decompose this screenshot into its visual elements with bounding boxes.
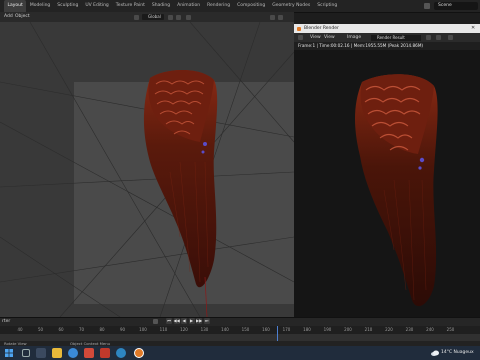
tab-animation[interactable]: Animation [174, 0, 204, 12]
hair-model-viewport [143, 70, 218, 317]
timeline-track[interactable] [0, 334, 480, 341]
proportional-edit-icon[interactable] [186, 14, 191, 20]
timeline-tick-label: 70 [78, 327, 85, 332]
playback-controls: ⏮ ◀◀ ◀ ▶ ▶▶ ⏭ [166, 318, 210, 324]
timeline-tick-label: 160 [262, 327, 270, 332]
menu-view-2[interactable]: View [324, 33, 335, 42]
jump-keyframe-back-button[interactable]: ◀◀ [173, 318, 180, 324]
app-icon-red[interactable] [84, 348, 94, 358]
tab-scripting[interactable]: Scripting [314, 0, 341, 12]
orientation-icon[interactable] [134, 14, 139, 20]
editor-type-icon[interactable] [298, 35, 303, 40]
3d-viewport[interactable] [0, 22, 294, 317]
blender-taskbar-icon[interactable] [134, 348, 144, 358]
close-icon[interactable]: ✕ [471, 24, 475, 33]
timeline-tick-label: 230 [405, 327, 414, 332]
timeline-menu-label[interactable]: rter [2, 317, 10, 326]
timeline-tick-label: 200 [344, 327, 352, 332]
timeline-tick-label: 110 [159, 327, 168, 332]
timeline-tick-label: 90 [119, 327, 126, 332]
tab-rendering[interactable]: Rendering [204, 0, 234, 12]
pivot-icon[interactable] [168, 14, 173, 20]
chrome-icon[interactable] [68, 348, 78, 358]
search-icon[interactable] [22, 349, 30, 357]
timeline-tick-label: 180 [303, 327, 311, 332]
jump-end-button[interactable]: ⏭ [203, 318, 210, 324]
playhead[interactable] [277, 326, 278, 341]
rendered-hair-image [355, 74, 438, 307]
menu-view[interactable]: View [310, 33, 321, 42]
menu-add[interactable]: Add [4, 12, 13, 22]
menu-object[interactable]: Object [15, 12, 30, 22]
timeline-tick-label: 250 [446, 327, 455, 332]
menu-image[interactable]: Image [347, 33, 361, 42]
weather-text[interactable]: 14°C Nuageux [441, 346, 474, 360]
render-status-text: Frame:1 | Time:00:02.16 | Mem:1955.55M (… [298, 43, 424, 48]
jump-start-button[interactable]: ⏮ [166, 318, 172, 324]
scene-selector[interactable]: Scene [434, 2, 478, 10]
snap-icon[interactable] [176, 14, 181, 20]
pin-icon[interactable] [436, 35, 441, 40]
tab-modeling[interactable]: Modeling [26, 0, 53, 12]
cloud-icon [431, 350, 439, 356]
app-icon-red-2[interactable] [100, 348, 110, 358]
tab-shading[interactable]: Shading [148, 0, 173, 12]
play-reverse-button[interactable]: ◀ [181, 318, 187, 324]
timeline-tick-label: 170 [282, 327, 291, 332]
timeline-tick-label: 220 [385, 327, 393, 332]
jump-keyframe-forward-button[interactable]: ▶▶ [196, 318, 202, 324]
blender-logo-icon [297, 26, 301, 31]
viewport-scene [0, 22, 294, 317]
viewport-shading-icon[interactable] [270, 14, 275, 20]
timeline-tick-label: 130 [200, 327, 209, 332]
display-channels-icon[interactable] [448, 35, 453, 40]
tab-geometry-nodes[interactable]: Geometry Nodes [269, 0, 314, 12]
timeline-tick-label: 140 [221, 327, 229, 332]
timeline-tick-label: 190 [323, 327, 332, 332]
task-view-icon[interactable] [36, 348, 46, 358]
timeline-tick-label: 120 [180, 327, 188, 332]
workspace-tabs: Layout Modeling Sculpting UV Editing Tex… [4, 0, 341, 12]
tab-layout[interactable]: Layout [4, 0, 27, 12]
timeline-tick-label: 40 [17, 327, 23, 332]
render-result-canvas[interactable] [294, 50, 480, 320]
render-window-title: Blender Render [304, 26, 339, 31]
slot-icon[interactable] [426, 35, 431, 40]
timeline-tick-label: 150 [241, 327, 250, 332]
windows-start-icon[interactable] [5, 349, 13, 357]
timeline-tick-label: 50 [37, 327, 44, 332]
keyframe-icon[interactable] [153, 318, 158, 324]
render-result-dropdown[interactable]: Render Result [371, 34, 421, 41]
file-explorer-icon[interactable] [52, 348, 62, 358]
timeline-tick-label: 240 [426, 327, 434, 332]
perspective-grid-lines [0, 22, 294, 317]
timeline-tick-label: 100 [139, 327, 147, 332]
tab-compositing[interactable]: Compositing [234, 0, 269, 12]
scene-icon[interactable] [424, 3, 430, 9]
tab-sculpting[interactable]: Sculpting [54, 0, 82, 12]
timeline-tick-label: 210 [364, 327, 373, 332]
transform-orientation-dropdown[interactable]: Global [142, 14, 164, 20]
timeline-tick-label: 80 [99, 327, 105, 332]
overlay-icon[interactable] [278, 14, 283, 20]
app-icon-blue[interactable] [116, 348, 126, 358]
play-button[interactable]: ▶ [188, 318, 195, 324]
tab-texture-paint[interactable]: Texture Paint [112, 0, 148, 12]
tab-uv-editing[interactable]: UV Editing [82, 0, 112, 12]
timeline-tick-label: 60 [58, 327, 64, 332]
